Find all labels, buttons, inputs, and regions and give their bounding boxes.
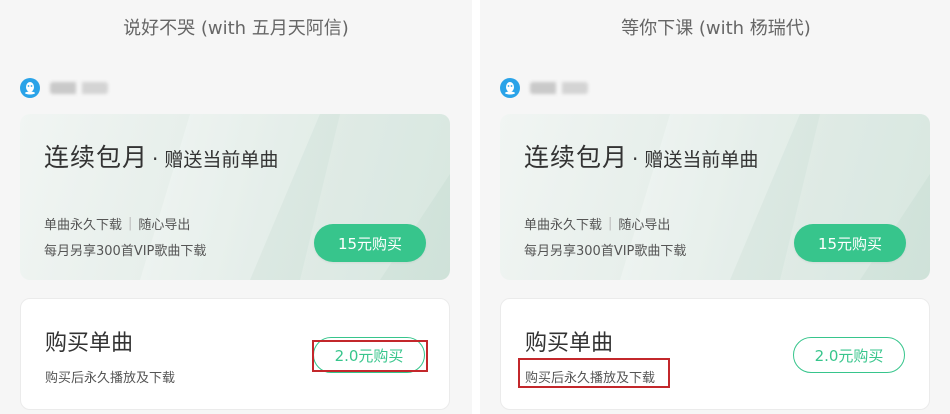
benefit-permanent-download: 单曲永久下载 (524, 218, 603, 233)
monthly-subscription-card[interactable]: 连续包月 · 赠送当前单曲 单曲永久下载 | 随心导出 每月另享300首VIP歌… (20, 114, 450, 280)
buy-single-button[interactable]: 2.0元购买 (793, 337, 905, 373)
buy-single-button[interactable]: 2.0元购买 (313, 337, 425, 373)
qq-penguin-icon (20, 78, 40, 98)
title-dot: · (152, 147, 159, 171)
single-title: 购买单曲 (525, 331, 614, 356)
single-purchase-card[interactable]: 购买单曲 购买后永久播放及下载 2.0元购买 (20, 298, 450, 410)
benefit-permanent-download: 单曲永久下载 (44, 218, 123, 233)
buy-monthly-button[interactable]: 15元购买 (794, 224, 906, 262)
qq-penguin-icon (500, 78, 520, 98)
account-row (20, 78, 108, 98)
monthly-title: 连续包月 (524, 143, 629, 172)
benefit-row: 单曲永久下载 | 随心导出 (44, 214, 190, 233)
single-title: 购买单曲 (45, 331, 134, 356)
benefit-separator: | (608, 216, 613, 231)
benefit-export: 随心导出 (618, 218, 671, 233)
monthly-subtitle: 赠送当前单曲 (164, 149, 279, 171)
benefit-vip-downloads: 每月另享300首VIP歌曲下载 (524, 244, 687, 259)
song-title: 说好不哭 (with 五月天阿信) (123, 18, 349, 39)
monthly-title: 连续包月 (44, 143, 149, 172)
song-title: 等你下课 (with 杨瑞代) (621, 18, 811, 39)
blurred-username (530, 82, 588, 94)
single-description: 购买后永久播放及下载 (45, 371, 176, 386)
buy-monthly-button[interactable]: 15元购买 (314, 224, 426, 262)
benefit-export: 随心导出 (138, 218, 191, 233)
account-row (500, 78, 588, 98)
title-dot: · (632, 147, 639, 171)
benefit-vip-downloads: 每月另享300首VIP歌曲下载 (44, 244, 207, 259)
purchase-panel-left: 说好不哭 (with 五月天阿信) 连续包月 · 赠送当前单曲 单曲永久下载 |… (20, 0, 452, 414)
benefit-separator: | (128, 216, 133, 231)
single-description: 购买后永久播放及下载 (525, 371, 656, 386)
single-purchase-card[interactable]: 购买单曲 购买后永久播放及下载 2.0元购买 (500, 298, 930, 410)
blurred-username (50, 82, 108, 94)
benefit-row: 单曲永久下载 | 随心导出 (524, 214, 670, 233)
monthly-title-row: 连续包月 · 赠送当前单曲 (44, 138, 278, 174)
monthly-subtitle: 赠送当前单曲 (644, 149, 759, 171)
panel-divider (472, 0, 480, 414)
monthly-title-row: 连续包月 · 赠送当前单曲 (524, 138, 758, 174)
monthly-subscription-card[interactable]: 连续包月 · 赠送当前单曲 单曲永久下载 | 随心导出 每月另享300首VIP歌… (500, 114, 930, 280)
purchase-panel-right: 等你下课 (with 杨瑞代) 连续包月 · 赠送当前单曲 单曲永久下载 | 随… (500, 0, 932, 414)
